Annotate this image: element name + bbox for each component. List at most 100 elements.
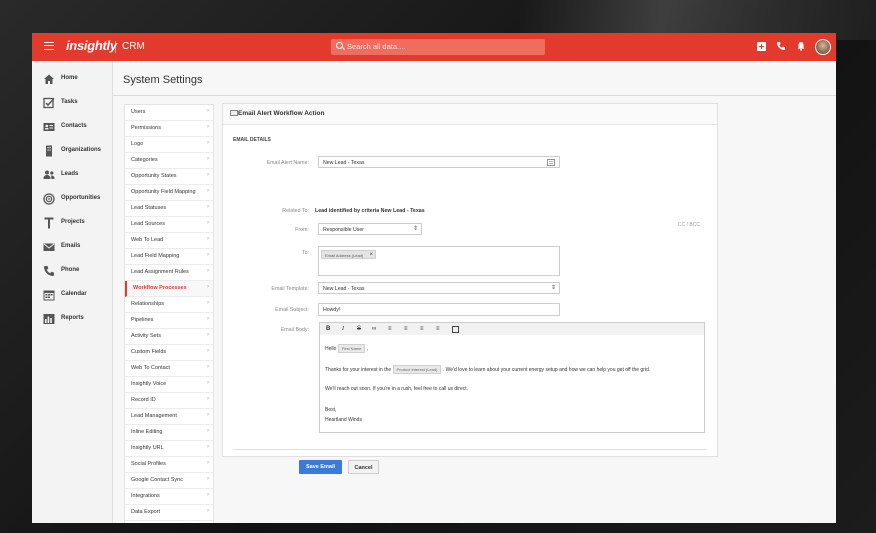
indent-icon[interactable]: ≡	[436, 325, 440, 334]
menu-icon[interactable]	[44, 42, 54, 50]
image-icon[interactable]	[452, 326, 459, 333]
nav-item-contacts[interactable]: Contacts	[32, 119, 112, 139]
cancel-button[interactable]: Cancel	[348, 460, 379, 474]
nav-item-reports[interactable]: Reports	[32, 311, 112, 331]
bold-icon[interactable]: B	[326, 325, 330, 334]
line1-start: Thanks for your interest in the	[325, 366, 392, 373]
settings-item[interactable]: Opportunity States ›	[125, 169, 213, 185]
email-alert-name-input[interactable]: New Lead - Texas	[318, 156, 560, 168]
nav-item-leads[interactable]: Leads	[32, 167, 112, 187]
settings-item[interactable]: Opportunity Field Mapping ›	[125, 185, 213, 201]
nav-item-organizations[interactable]: Organizations	[32, 143, 112, 163]
phone-icon[interactable]	[776, 41, 786, 55]
settings-item-label: Lead Statuses	[131, 205, 167, 211]
settings-item[interactable]: Users ›	[125, 105, 213, 121]
settings-item[interactable]: Lead Assignment Rules ›	[125, 265, 213, 281]
recipient-chip[interactable]: Email Address (Lead) ×	[321, 250, 376, 259]
avatar[interactable]	[815, 39, 831, 55]
settings-item-label: Social Profiles	[131, 461, 166, 467]
chevron-right-icon: ›	[207, 492, 209, 498]
nav-item-home[interactable]: Home	[32, 71, 112, 91]
settings-item-workflow-processes[interactable]: Workflow Processes ›	[125, 281, 213, 297]
add-icon[interactable]	[757, 42, 766, 51]
italic-icon[interactable]: I	[342, 325, 344, 334]
settings-item[interactable]: Relationships ›	[125, 297, 213, 313]
nav-item-opportunities[interactable]: Opportunities	[32, 191, 112, 211]
emails-icon	[43, 243, 55, 251]
first-name-tag[interactable]: First Name	[337, 344, 366, 353]
to-recipients-field[interactable]: Email Address (Lead) ×	[318, 246, 560, 276]
settings-item[interactable]: Insightly Voice ›	[125, 377, 213, 393]
section-label: EMAIL DETAILS	[233, 137, 271, 143]
field-label: Email Subject:	[275, 307, 309, 313]
chevron-right-icon: ›	[207, 252, 209, 258]
nav-item-projects[interactable]: Projects	[32, 215, 112, 235]
settings-item[interactable]: Activity Sets ›	[125, 329, 213, 345]
settings-item-label: Web To Lead	[131, 237, 164, 243]
settings-item[interactable]: Inline Editing ›	[125, 425, 213, 441]
greeting-comma: ,	[366, 345, 369, 352]
search-input[interactable]: Search all data....	[331, 39, 545, 55]
nav-label: Home	[61, 75, 78, 81]
outdent-icon[interactable]: ≡	[420, 325, 424, 334]
nav-item-tasks[interactable]: Tasks	[32, 95, 112, 115]
link-icon[interactable]: ∞	[372, 325, 376, 334]
nav-item-calendar[interactable]: Calendar	[32, 287, 112, 307]
field-label: Email Alert Name:	[266, 160, 309, 166]
settings-item[interactable]: Pipelines ›	[125, 313, 213, 329]
from-select[interactable]: Responsible User ⇕	[318, 223, 422, 235]
side-nav: Home Tasks Contacts Organizations Leads …	[32, 61, 113, 523]
chevron-right-icon: ›	[207, 444, 209, 450]
nav-item-emails[interactable]: Emails	[32, 239, 112, 259]
close-icon[interactable]: ×	[369, 251, 373, 259]
settings-item-label: Users	[131, 109, 146, 115]
product-interest-tag[interactable]: Product Interest (Lead)	[392, 365, 442, 374]
nav-item-phone[interactable]: Phone	[32, 263, 112, 283]
numbered-list-icon[interactable]: ≡	[404, 325, 408, 334]
settings-item-label: Data Export	[131, 509, 161, 515]
related-to-value: Lead identified by criteria New Lead - T…	[315, 208, 425, 214]
chevron-right-icon: ›	[207, 476, 209, 482]
settings-item[interactable]: Data Export ›	[125, 505, 213, 521]
settings-item[interactable]: Logo ›	[125, 137, 213, 153]
settings-item[interactable]: Lead Statuses ›	[125, 201, 213, 217]
settings-item[interactable]: Lead Management ›	[125, 409, 213, 425]
settings-item[interactable]: Lead Field Mapping ›	[125, 249, 213, 265]
settings-item[interactable]: Social Profiles ›	[125, 457, 213, 473]
chevron-right-icon: ›	[207, 140, 209, 146]
email-template-select[interactable]: New Lead - Texas ⇕	[318, 282, 560, 294]
strikethrough-icon[interactable]: S	[357, 325, 361, 334]
settings-item[interactable]: Google Contact Sync ›	[125, 473, 213, 489]
chevron-right-icon: ›	[207, 156, 209, 162]
nav-label: Emails	[61, 243, 81, 249]
calendar-icon	[43, 290, 55, 301]
settings-item[interactable]: Custom Fields ›	[125, 345, 213, 361]
greeting-text: Hello	[325, 345, 337, 352]
app-logo[interactable]: insightly	[66, 38, 117, 53]
body-line-2: We'll reach out soon. If you're in a rus…	[325, 386, 468, 392]
email-subject-input[interactable]: Howdy!	[318, 303, 560, 316]
settings-item-label: Inline Editing	[131, 429, 163, 435]
settings-item[interactable]: Integrations ›	[125, 489, 213, 505]
bullet-list-icon[interactable]: ≡	[388, 325, 392, 334]
settings-item[interactable]: Lead Sources ›	[125, 217, 213, 233]
settings-item[interactable]: Web To Lead ›	[125, 233, 213, 249]
contacts-icon	[43, 123, 55, 131]
bell-icon[interactable]	[796, 41, 806, 55]
nav-label: Reports	[61, 315, 84, 321]
settings-item[interactable]: Permissions ›	[125, 121, 213, 137]
email-alert-icon	[230, 110, 238, 116]
line1-end: . We'd love to learn about your current …	[442, 366, 651, 373]
cc-bcc-link[interactable]: CC / BCC	[678, 222, 700, 228]
search-icon	[336, 42, 343, 49]
settings-item[interactable]: Web To Contact ›	[125, 361, 213, 377]
settings-item[interactable]: Record ID ›	[125, 393, 213, 409]
settings-item[interactable]: Categories ›	[125, 153, 213, 169]
save-email-button[interactable]: Save Email	[299, 460, 342, 474]
nav-label: Organizations	[61, 147, 102, 153]
field-label: From:	[295, 227, 309, 233]
header-divider	[115, 41, 116, 53]
tasks-icon	[43, 97, 55, 109]
email-body-editor[interactable]: Hello First Name , Thanks for your inter…	[319, 335, 705, 433]
settings-item[interactable]: Insightly URL ›	[125, 441, 213, 457]
